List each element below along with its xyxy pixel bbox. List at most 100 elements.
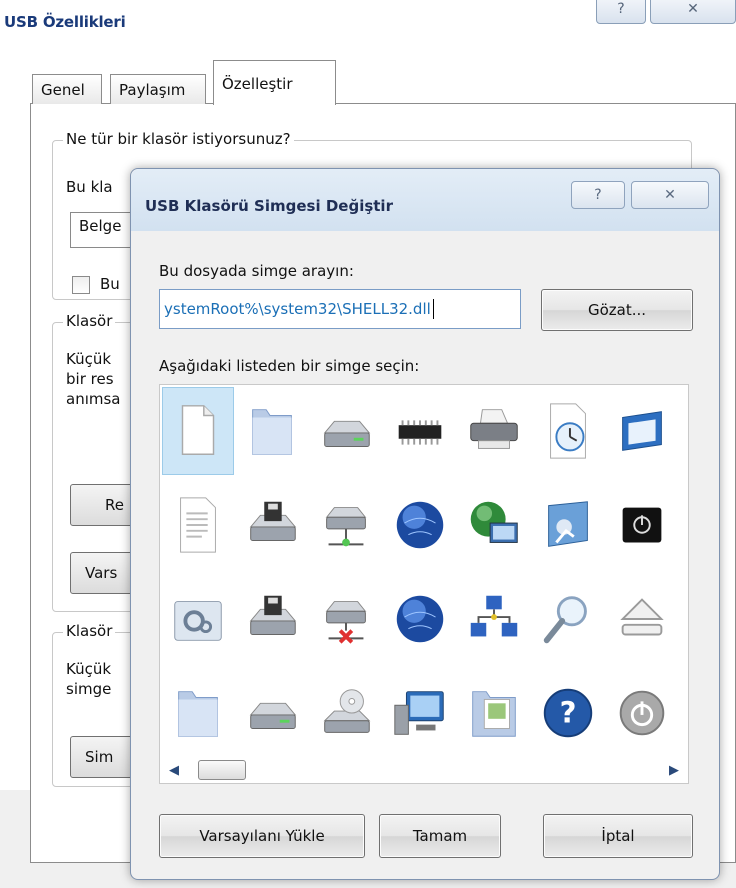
icon-cell[interactable] (384, 575, 456, 663)
icon-cell[interactable] (236, 387, 308, 475)
icon-cell[interactable] (606, 575, 678, 663)
group-title: Klasör (63, 312, 116, 330)
magnifier-icon (543, 596, 587, 644)
tab-ozellestir[interactable]: Özelleştir (213, 60, 336, 105)
tab-paylasim[interactable]: Paylaşım (110, 74, 206, 104)
disconnected-drive-icon (325, 601, 367, 644)
icon-cell[interactable] (236, 481, 308, 569)
scroll-thumb[interactable] (198, 760, 246, 780)
search-file-label: Bu dosyada simge arayın: (159, 262, 354, 280)
tab-genel[interactable]: Genel (32, 74, 102, 104)
ok-button[interactable]: Tamam (379, 814, 501, 858)
dialog-title: USB Özellikleri (4, 13, 126, 31)
partial-icon (680, 682, 689, 744)
icon-cell[interactable] (162, 387, 234, 475)
memory-chip-icon (398, 420, 442, 445)
icon-cell[interactable] (680, 575, 689, 663)
text-cursor (432, 299, 434, 319)
drive-icon (323, 420, 371, 447)
apply-subfolders-checkbox[interactable] (72, 276, 90, 294)
description-line: Küçük (66, 660, 112, 678)
icon-cell[interactable] (384, 481, 456, 569)
button-label: Vars (85, 564, 118, 582)
icon-cell[interactable] (310, 481, 382, 569)
globe-icon (396, 501, 444, 549)
checkbox-label: Bu (100, 275, 120, 293)
icon-cell[interactable] (606, 387, 678, 475)
pictures-folder-icon (472, 691, 516, 737)
icon-cell[interactable] (458, 575, 530, 663)
change-icon-dialog: USB Klasörü Simgesi Değiştir ? ✕ Bu dosy… (130, 168, 720, 880)
help-icon: ? (594, 187, 602, 203)
path-text: ystemRoot%\system32\SHELL32.dll (164, 300, 431, 318)
icon-cell[interactable] (236, 669, 308, 757)
icon-cell[interactable] (458, 481, 530, 569)
dialog-title: USB Klasörü Simgesi Değiştir (145, 197, 393, 215)
button-label: Sim (85, 748, 114, 766)
close-icon: ✕ (687, 1, 699, 17)
icon-cell[interactable] (532, 481, 604, 569)
network-computers-icon (470, 595, 518, 637)
globe-icon (396, 595, 444, 643)
network-drive-icon (325, 507, 367, 547)
restore-defaults-button[interactable]: Varsayılanı Yükle (159, 814, 365, 858)
icon-cell[interactable] (680, 481, 689, 569)
clock-document-icon (550, 403, 586, 459)
icon-cell[interactable] (458, 387, 530, 475)
folder-type-text: Bu kla (66, 178, 113, 196)
close-icon: ✕ (664, 187, 676, 203)
partial-icon (680, 400, 689, 462)
icon-cell[interactable] (162, 669, 234, 757)
network-globe-icon (470, 501, 518, 543)
icon-cell[interactable] (680, 669, 689, 757)
window-icon (622, 411, 662, 451)
group-title: Ne tür bir klasör istiyorsunuz? (63, 130, 294, 148)
icon-cell[interactable] (680, 387, 689, 475)
settings-gear-icon (174, 601, 222, 641)
pick-icon-label: Aşağıdaki listeden bir simge seçin: (159, 357, 420, 375)
help-button[interactable]: ? (571, 181, 625, 209)
shortcut-arrow-icon (680, 494, 689, 556)
description-line: bir res (66, 370, 114, 388)
cd-drive-icon (323, 689, 371, 733)
browse-button[interactable]: Gözat... (541, 289, 693, 331)
icon-cell[interactable] (458, 669, 530, 757)
horizontal-scrollbar[interactable]: ◀ ▶ (160, 756, 688, 783)
icon-cell[interactable] (606, 481, 678, 569)
icon-list[interactable]: ? ◀ ▶ (159, 384, 689, 784)
svg-text:?: ? (560, 696, 577, 730)
printer-icon (470, 409, 518, 449)
cancel-button[interactable]: İptal (543, 814, 693, 858)
icon-cell[interactable] (606, 669, 678, 757)
folder-icon (252, 409, 292, 455)
scroll-left-icon[interactable]: ◀ (166, 760, 182, 780)
icon-cell[interactable] (162, 575, 234, 663)
control-panel-icon (548, 501, 588, 547)
close-button[interactable]: ✕ (650, 0, 736, 24)
help-button[interactable]: ? (596, 0, 646, 24)
power-window-icon (622, 507, 662, 543)
icon-file-path-input[interactable]: ystemRoot%\system32\SHELL32.dll (159, 289, 521, 329)
text-document-icon (180, 497, 216, 553)
icon-cell[interactable] (310, 575, 382, 663)
icon-cell[interactable] (384, 669, 456, 757)
floppy-drive-icon (249, 595, 297, 635)
drive-icon (249, 702, 297, 729)
title-bar: USB Klasörü Simgesi Değiştir ? ✕ (131, 169, 719, 231)
icon-cell[interactable] (532, 387, 604, 475)
icon-cell[interactable] (532, 575, 604, 663)
icon-cell[interactable] (236, 575, 308, 663)
scroll-right-icon[interactable]: ▶ (666, 760, 682, 780)
icon-cell[interactable] (310, 669, 382, 757)
icon-cell[interactable] (384, 387, 456, 475)
shortcut-arrow-icon (680, 588, 689, 650)
close-button[interactable]: ✕ (631, 181, 709, 209)
computer-icon (394, 691, 444, 735)
description-line: Küçük (66, 350, 112, 368)
help-icon: ? (617, 1, 625, 17)
description-line: simge (66, 680, 112, 698)
icon-cell[interactable] (162, 481, 234, 569)
floppy-drive-icon (249, 501, 297, 541)
icon-cell[interactable]: ? (532, 669, 604, 757)
icon-cell[interactable] (310, 387, 382, 475)
